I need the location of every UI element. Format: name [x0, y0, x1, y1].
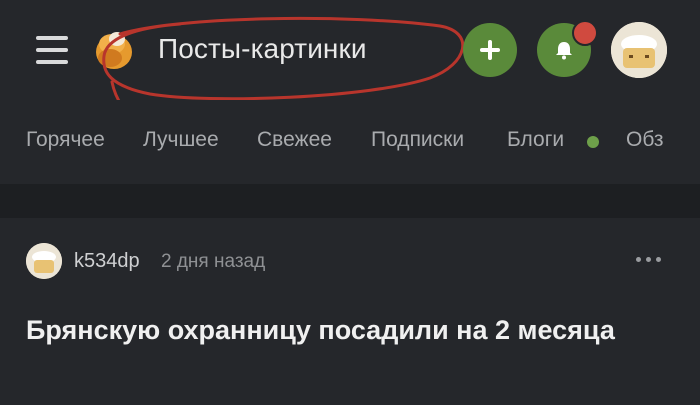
notification-badge: [572, 20, 598, 46]
tab-overview[interactable]: Обз: [626, 128, 664, 152]
avatar-icon: [611, 22, 667, 78]
tab-blogs[interactable]: Блоги: [507, 128, 564, 152]
avatar-icon: [26, 243, 62, 279]
tab-fresh[interactable]: Свежее: [257, 128, 332, 152]
app-header: Посты-картинки: [0, 0, 700, 108]
bell-icon: [556, 42, 572, 60]
more-dots-icon[interactable]: [634, 251, 664, 271]
user-avatar[interactable]: [611, 22, 667, 78]
hamburger-menu-icon[interactable]: [36, 34, 68, 66]
tab-best[interactable]: Лучшее: [143, 128, 219, 152]
blogs-status-dot: [587, 136, 599, 148]
tab-subscriptions[interactable]: Подписки: [371, 128, 464, 152]
tab-hot[interactable]: Горячее: [26, 128, 105, 152]
pikabu-logo-icon[interactable]: [90, 24, 136, 74]
section-divider: [0, 184, 700, 218]
page-title: Посты-картинки: [158, 33, 367, 64]
add-post-button[interactable]: [463, 23, 517, 77]
post-author-avatar[interactable]: [26, 243, 62, 279]
post-time: 2 дня назад: [161, 251, 266, 272]
post-author[interactable]: k534dp: [74, 250, 140, 273]
plus-icon: [480, 40, 500, 60]
post-title[interactable]: Брянскую охранницу посадили на 2 месяца: [26, 311, 626, 349]
